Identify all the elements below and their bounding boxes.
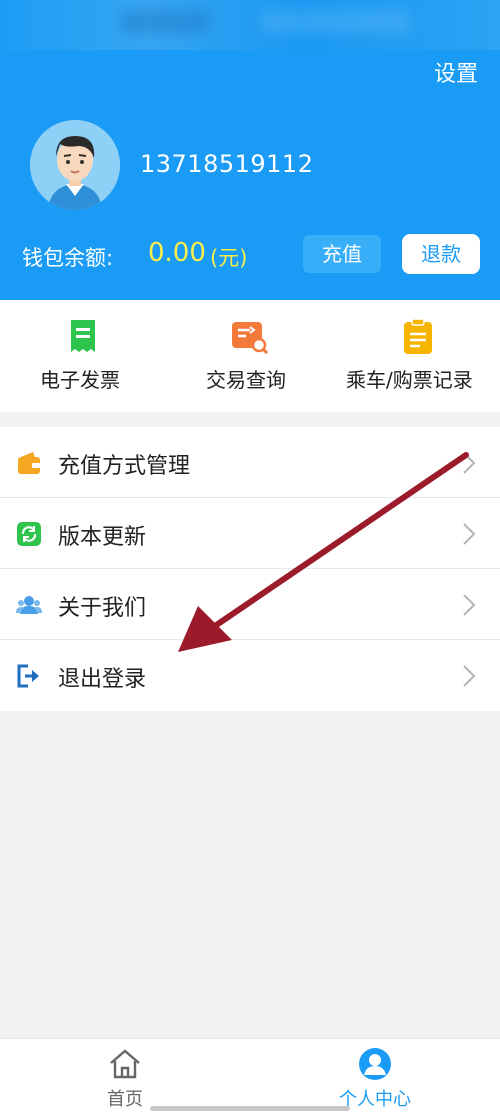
transaction-search-icon: [230, 318, 270, 356]
home-indicator: [150, 1106, 350, 1111]
tab-profile[interactable]: 个人中心: [315, 1039, 435, 1116]
wallet-balance-unit: (元): [210, 246, 248, 270]
quick-action-label: 乘车/购票记录: [346, 368, 473, 392]
status-bar: [0, 0, 500, 50]
chevron-right-icon: [462, 451, 476, 475]
refund-button[interactable]: 退款: [402, 234, 480, 274]
home-icon: [108, 1047, 142, 1081]
menu-item-label: 关于我们: [58, 596, 147, 621]
menu-item-about-us[interactable]: 关于我们: [0, 569, 500, 640]
tab-home[interactable]: 首页: [65, 1039, 185, 1116]
quick-action-ride-records[interactable]: 乘车/购票记录: [332, 300, 500, 412]
profile-header: 设置 13718519112 钱包余额: 0.00 (元) 充值 退款: [0, 0, 500, 300]
avatar-illustration: [30, 120, 120, 210]
settings-button[interactable]: 设置: [434, 56, 478, 88]
menu-item-label: 退出登录: [58, 667, 147, 692]
users-icon: [16, 592, 42, 618]
logout-icon: [16, 663, 42, 689]
wallet-balance-label: 钱包余额:: [22, 246, 114, 270]
bottom-tab-bar: 首页 个人中心: [0, 1038, 500, 1116]
wallet-icon: [16, 450, 42, 476]
chevron-right-icon: [462, 522, 476, 546]
quick-action-label: 电子发票: [40, 368, 120, 392]
chevron-right-icon: [462, 664, 476, 688]
quick-action-label: 交易查询: [206, 368, 286, 392]
receipt-icon: [65, 318, 101, 356]
menu-item-label: 充值方式管理: [58, 454, 191, 479]
wallet-balance-amount: 0.00: [148, 238, 206, 268]
phone-number: 13718519112: [140, 150, 314, 178]
profile-icon: [358, 1047, 392, 1081]
menu-item-label: 版本更新: [58, 525, 147, 550]
clipboard-icon: [400, 318, 436, 356]
menu-item-version-update[interactable]: 版本更新: [0, 498, 500, 569]
settings-menu: 充值方式管理 版本更新 关于我们 退出登录: [0, 427, 500, 711]
recharge-button[interactable]: 充值: [303, 235, 381, 273]
menu-item-logout[interactable]: 退出登录: [0, 640, 500, 711]
quick-actions: 电子发票 交易查询 乘车/购票记录: [0, 300, 500, 412]
chevron-right-icon: [462, 593, 476, 617]
quick-action-e-invoice[interactable]: 电子发票: [0, 300, 166, 412]
avatar[interactable]: [30, 120, 120, 210]
refresh-icon: [16, 521, 42, 547]
menu-item-recharge-methods[interactable]: 充值方式管理: [0, 427, 500, 498]
quick-action-transaction-query[interactable]: 交易查询: [166, 300, 332, 412]
